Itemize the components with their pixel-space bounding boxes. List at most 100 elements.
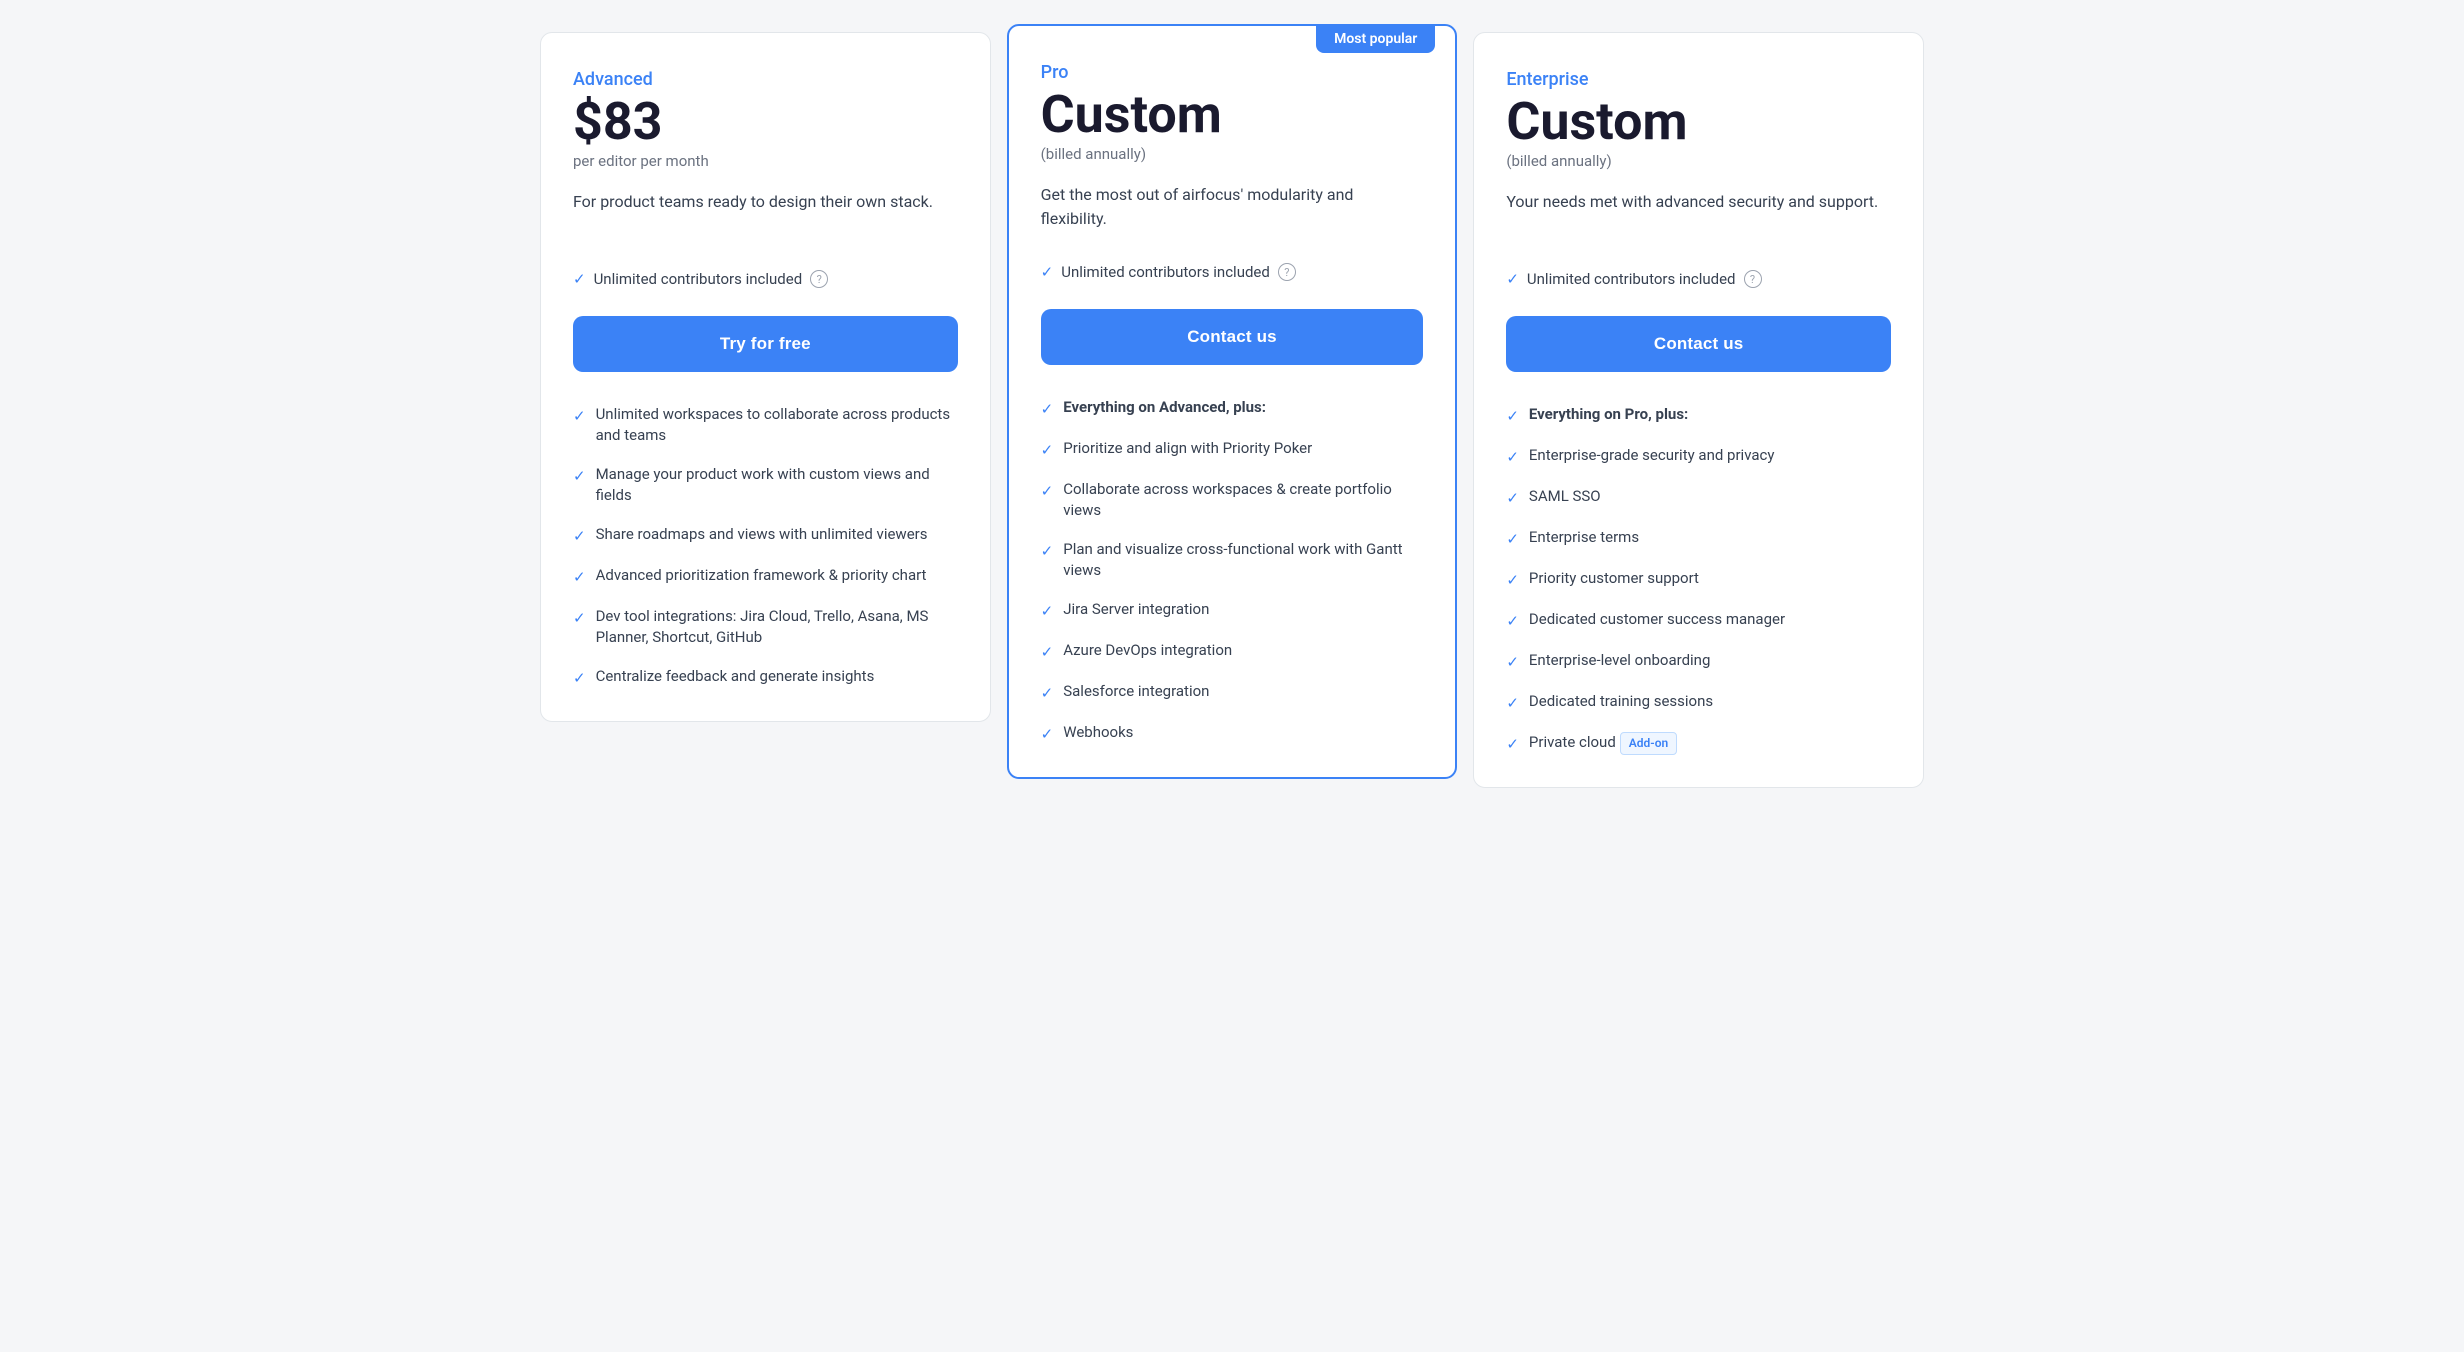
plan-highlight-pro: ✓ Unlimited contributors included ? <box>1041 263 1424 281</box>
feature-item: ✓ Centralize feedback and generate insig… <box>573 666 958 689</box>
feature-item: ✓ Plan and visualize cross-functional wo… <box>1041 539 1424 581</box>
check-icon: ✓ <box>1506 406 1519 427</box>
feature-text: SAML SSO <box>1529 486 1601 507</box>
feature-item: ✓ Salesforce integration <box>1041 681 1424 704</box>
feature-item: ✓ Webhooks <box>1041 722 1424 745</box>
feature-item: ✓ Prioritize and align with Priority Pok… <box>1041 438 1424 461</box>
most-popular-badge: Most popular <box>1316 25 1435 53</box>
feature-text: Share roadmaps and views with unlimited … <box>596 524 928 545</box>
check-icon: ✓ <box>573 567 586 588</box>
plan-price-label-advanced: per editor per month <box>573 152 958 170</box>
check-icon: ✓ <box>1506 611 1519 632</box>
plan-price-label-pro: (billed annually) <box>1041 145 1424 163</box>
cta-button-enterprise[interactable]: Contact us <box>1506 316 1891 372</box>
feature-text: Private cloudAdd-on <box>1529 732 1677 755</box>
check-icon: ✓ <box>1506 488 1519 509</box>
plan-description-enterprise: Your needs met with advanced security an… <box>1506 190 1891 250</box>
check-icon: ✓ <box>573 406 586 427</box>
check-icon: ✓ <box>1506 570 1519 591</box>
cta-button-advanced[interactable]: Try for free <box>573 316 958 372</box>
cta-button-pro[interactable]: Contact us <box>1041 309 1424 365</box>
features-list-pro: ✓ Everything on Advanced, plus: ✓ Priori… <box>1041 397 1424 745</box>
feature-text: Prioritize and align with Priority Poker <box>1063 438 1312 459</box>
feature-text: Dev tool integrations: Jira Cloud, Trell… <box>596 606 958 648</box>
check-icon: ✓ <box>1506 270 1519 288</box>
plan-card-advanced: Advanced $83 per editor per month For produ… <box>540 32 991 722</box>
feature-text: Webhooks <box>1063 722 1133 743</box>
feature-text: Advanced prioritization framework & prio… <box>596 565 927 586</box>
plan-price-advanced: $83 <box>573 96 958 148</box>
check-icon: ✓ <box>573 526 586 547</box>
plan-description-advanced: For product teams ready to design their … <box>573 190 958 250</box>
feature-text: Dedicated customer success manager <box>1529 609 1785 630</box>
plan-price-label-enterprise: (billed annually) <box>1506 152 1891 170</box>
feature-text: Centralize feedback and generate insight… <box>596 666 875 687</box>
check-icon: ✓ <box>1041 601 1054 622</box>
features-list-enterprise: ✓ Everything on Pro, plus: ✓ Enterprise-… <box>1506 404 1891 755</box>
plan-card-pro: Most popular Pro Custom (billed annually) Ge… <box>1007 24 1458 779</box>
feature-item-bold: ✓ Everything on Pro, plus: <box>1506 404 1891 427</box>
check-icon: ✓ <box>1041 541 1054 562</box>
feature-text: Plan and visualize cross-functional work… <box>1063 539 1423 581</box>
plan-type-advanced: Advanced <box>573 69 958 90</box>
check-icon: ✓ <box>1041 683 1054 704</box>
feature-item: ✓ Advanced prioritization framework & pr… <box>573 565 958 588</box>
check-icon: ✓ <box>1506 447 1519 468</box>
features-list-advanced: ✓ Unlimited workspaces to collaborate ac… <box>573 404 958 689</box>
plan-price-pro: Custom <box>1041 89 1424 141</box>
feature-text: Collaborate across workspaces & create p… <box>1063 479 1423 521</box>
plan-type-enterprise: Enterprise <box>1506 69 1891 90</box>
plan-highlight-advanced: ✓ Unlimited contributors included ? <box>573 270 958 288</box>
feature-item: ✓ Enterprise terms <box>1506 527 1891 550</box>
feature-item-bold: ✓ Everything on Advanced, plus: <box>1041 397 1424 420</box>
feature-item: ✓ Dev tool integrations: Jira Cloud, Tre… <box>573 606 958 648</box>
addon-badge: Add-on <box>1620 732 1677 755</box>
highlight-text: Unlimited contributors included <box>1527 270 1736 288</box>
feature-item-addon: ✓ Private cloudAdd-on <box>1506 732 1891 755</box>
plan-type-pro: Pro <box>1041 62 1424 83</box>
plan-highlight-enterprise: ✓ Unlimited contributors included ? <box>1506 270 1891 288</box>
feature-item: ✓ Share roadmaps and views with unlimite… <box>573 524 958 547</box>
check-icon: ✓ <box>1041 642 1054 663</box>
check-icon: ✓ <box>1041 724 1054 745</box>
plan-description-pro: Get the most out of airfocus' modularity… <box>1041 183 1424 243</box>
check-icon: ✓ <box>1506 529 1519 550</box>
feature-text: Unlimited workspaces to collaborate acro… <box>596 404 958 446</box>
check-icon: ✓ <box>1506 693 1519 714</box>
check-icon: ✓ <box>573 608 586 629</box>
feature-text-bold: Everything on Pro, plus: <box>1529 404 1688 425</box>
feature-item: ✓ Unlimited workspaces to collaborate ac… <box>573 404 958 446</box>
feature-text: Enterprise-level onboarding <box>1529 650 1710 671</box>
check-icon: ✓ <box>573 668 586 689</box>
feature-text: Dedicated training sessions <box>1529 691 1713 712</box>
plan-price-enterprise: Custom <box>1506 96 1891 148</box>
feature-item: ✓ Azure DevOps integration <box>1041 640 1424 663</box>
feature-text: Jira Server integration <box>1063 599 1209 620</box>
check-icon: ✓ <box>1041 263 1054 281</box>
feature-item: ✓ SAML SSO <box>1506 486 1891 509</box>
plan-card-enterprise: Enterprise Custom (billed annually) Your ne… <box>1473 32 1924 788</box>
info-icon[interactable]: ? <box>810 270 828 288</box>
feature-item: ✓ Jira Server integration <box>1041 599 1424 622</box>
check-icon: ✓ <box>573 270 586 288</box>
check-icon: ✓ <box>1041 399 1054 420</box>
check-icon: ✓ <box>1506 652 1519 673</box>
feature-item: ✓ Manage your product work with custom v… <box>573 464 958 506</box>
highlight-text: Unlimited contributors included <box>1061 263 1270 281</box>
pricing-grid: Advanced $83 per editor per month For produ… <box>532 24 1932 796</box>
info-icon[interactable]: ? <box>1278 263 1296 281</box>
feature-text-bold: Everything on Advanced, plus: <box>1063 397 1266 418</box>
info-icon[interactable]: ? <box>1744 270 1762 288</box>
check-icon: ✓ <box>1041 481 1054 502</box>
feature-item: ✓ Dedicated training sessions <box>1506 691 1891 714</box>
feature-text: Enterprise-grade security and privacy <box>1529 445 1775 466</box>
feature-text: Priority customer support <box>1529 568 1699 589</box>
highlight-text: Unlimited contributors included <box>594 270 803 288</box>
check-icon: ✓ <box>1041 440 1054 461</box>
feature-item: ✓ Enterprise-level onboarding <box>1506 650 1891 673</box>
feature-text: Manage your product work with custom vie… <box>596 464 958 506</box>
feature-text: Salesforce integration <box>1063 681 1209 702</box>
feature-item: ✓ Collaborate across workspaces & create… <box>1041 479 1424 521</box>
feature-item: ✓ Enterprise-grade security and privacy <box>1506 445 1891 468</box>
feature-text: Enterprise terms <box>1529 527 1639 548</box>
